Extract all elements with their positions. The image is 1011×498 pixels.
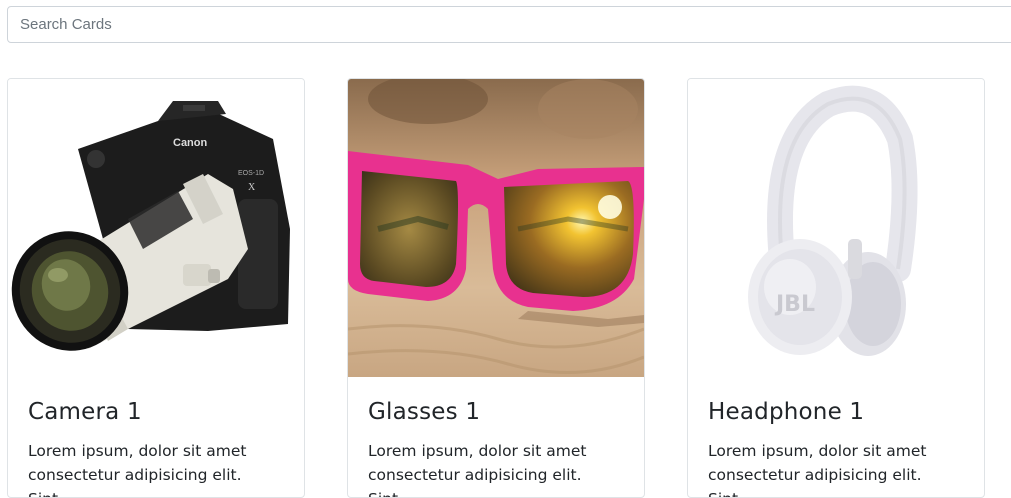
card-text: Lorem ipsum, dolor sit amet consectetur …	[28, 442, 247, 497]
svg-text:Canon: Canon	[173, 137, 208, 149]
card-text: Lorem ipsum, dolor sit amet consectetur …	[708, 442, 927, 497]
svg-text:X: X	[248, 182, 256, 193]
sunglasses-image	[348, 79, 644, 377]
card-camera[interactable]: Canon EOS-1D X Camera 1 Lorem ipsum, dol…	[7, 78, 305, 498]
card-text: Lorem ipsum, dolor sit amet consectetur …	[368, 442, 587, 497]
headphones-image: JBL	[688, 79, 984, 377]
card-title: Glasses 1	[368, 399, 481, 425]
camera-image: Canon EOS-1D X	[8, 79, 304, 377]
search-input[interactable]	[7, 6, 1011, 43]
svg-text:JBL: JBL	[774, 292, 815, 317]
card-title: Headphone 1	[708, 399, 865, 425]
svg-text:EOS-1D: EOS-1D	[238, 170, 264, 177]
card-headphone[interactable]: JBL Headphone 1 Lorem ipsum, dolor sit a…	[687, 78, 985, 498]
card-body: Headphone 1 Lorem ipsum, dolor sit amet …	[708, 399, 964, 497]
card-body: Glasses 1 Lorem ipsum, dolor sit amet co…	[368, 399, 624, 497]
card-body: Camera 1 Lorem ipsum, dolor sit amet con…	[28, 399, 284, 497]
search-bar	[7, 6, 1011, 43]
card-glasses[interactable]: Glasses 1 Lorem ipsum, dolor sit amet co…	[347, 78, 645, 498]
card-title: Camera 1	[28, 399, 142, 425]
